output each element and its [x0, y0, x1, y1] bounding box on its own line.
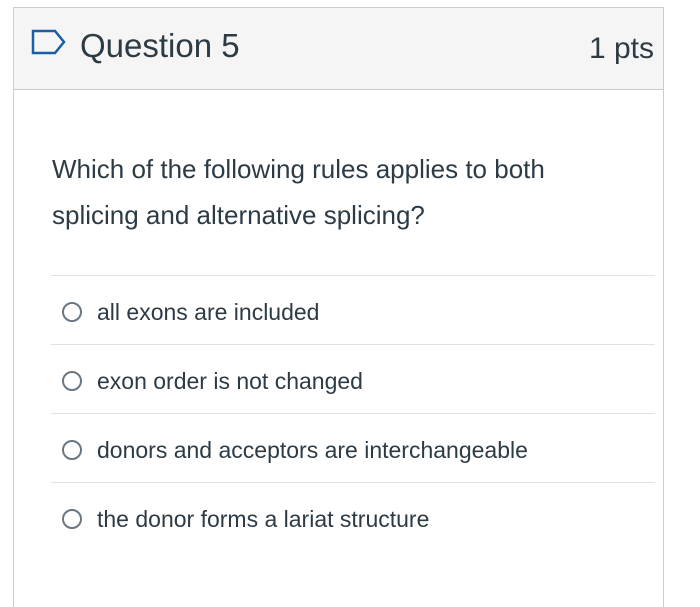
radio-button[interactable] [62, 302, 82, 322]
question-header: Question 5 1 pts [14, 8, 663, 90]
answer-option[interactable]: all exons are included [51, 275, 655, 344]
radio-button[interactable] [62, 371, 82, 391]
question-card: Question 5 1 pts Which of the following … [13, 7, 664, 607]
answer-label[interactable]: exon order is not changed [97, 366, 363, 396]
flag-outline-icon[interactable] [31, 29, 67, 55]
answer-label[interactable]: all exons are included [97, 297, 319, 327]
question-text: Which of the following rules applies to … [52, 154, 545, 230]
question-title: Question 5 [80, 27, 240, 64]
radio-button[interactable] [62, 509, 82, 529]
answer-option[interactable]: exon order is not changed [51, 344, 655, 413]
radio-button[interactable] [62, 440, 82, 460]
answer-option[interactable]: the donor forms a lariat structure [51, 482, 655, 551]
answer-list: all exons are included exon order is not… [51, 275, 655, 551]
question-points: 1 pts [588, 32, 654, 65]
answer-option[interactable]: donors and acceptors are interchangeable [51, 413, 655, 482]
answer-label[interactable]: the donor forms a lariat structure [97, 504, 429, 534]
answer-label[interactable]: donors and acceptors are interchangeable [97, 435, 528, 465]
